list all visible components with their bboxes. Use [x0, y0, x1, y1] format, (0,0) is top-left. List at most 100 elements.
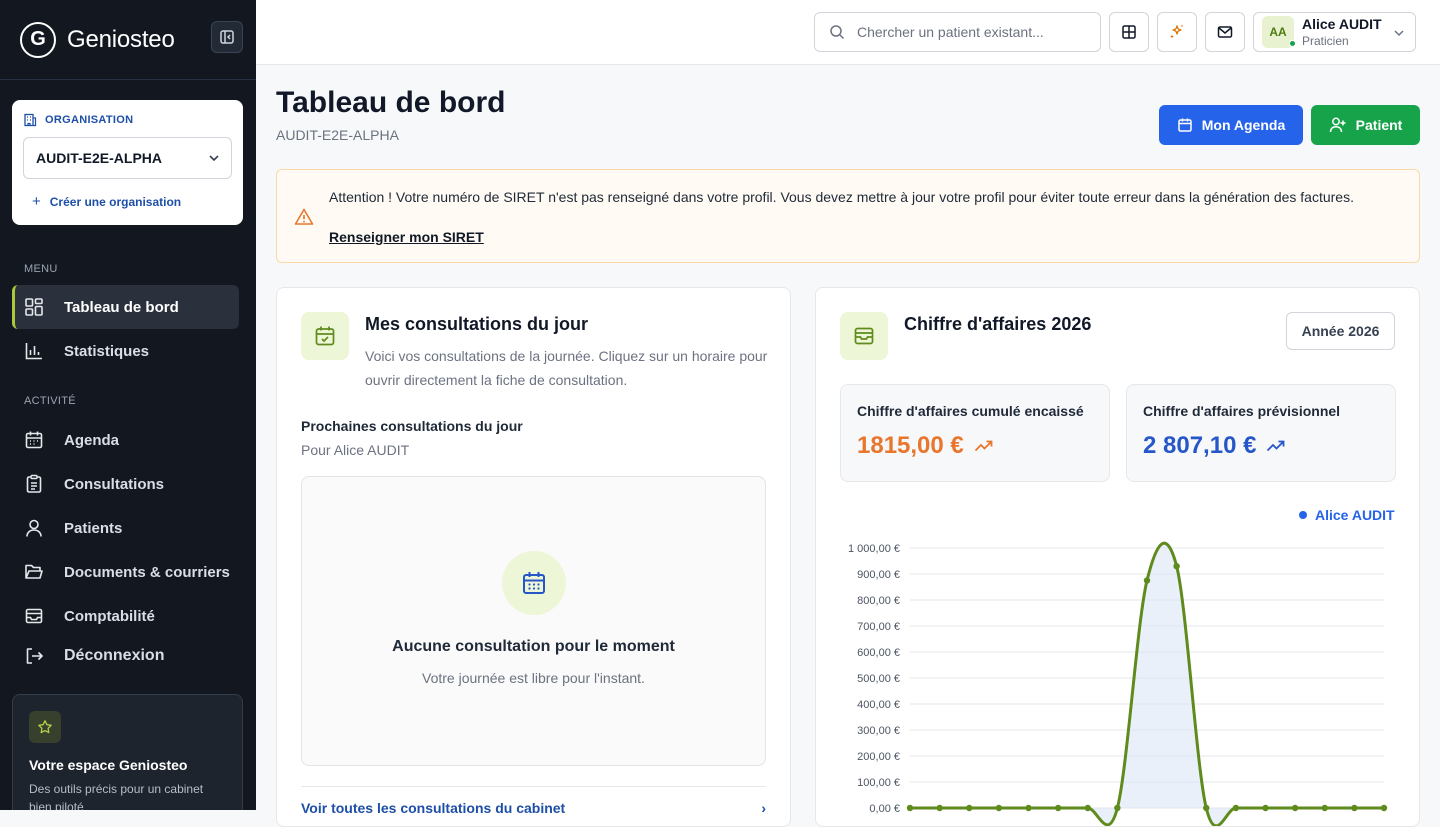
see-all-consultations-link[interactable]: Voir toutes les consultations du cabinet… — [301, 800, 766, 816]
data-point — [1351, 804, 1358, 812]
menu-section-title: MENU — [24, 263, 58, 275]
legend-dot — [1299, 511, 1307, 519]
patient-search-input[interactable]: Chercher un patient existant... — [814, 12, 1101, 52]
organization-label-text: ORGANISATION — [45, 114, 134, 126]
promo-title: Votre espace Geniosteo — [29, 757, 188, 773]
user-name: Alice AUDIT — [1302, 16, 1382, 32]
brand-name: Geniosteo — [67, 25, 175, 53]
collapse-sidebar-button[interactable] — [211, 21, 243, 53]
data-point — [966, 804, 973, 812]
organization-label: ORGANISATION — [23, 113, 232, 127]
data-point — [1143, 577, 1151, 584]
sidebar-item-label: Agenda — [64, 431, 120, 449]
apps-grid-button[interactable] — [1109, 12, 1149, 52]
topbar: Chercher un patient existant... AA Alice… — [256, 0, 1440, 65]
my-agenda-button[interactable]: Mon Agenda — [1159, 105, 1303, 145]
sidebar-item-statistics[interactable]: Statistiques — [12, 329, 239, 373]
folder-icon — [25, 564, 43, 579]
sidebar-item-agenda[interactable]: Agenda — [12, 418, 239, 462]
add-patient-label: Patient — [1355, 117, 1403, 133]
data-point — [906, 804, 914, 812]
create-organization-label: Créer une organisation — [49, 194, 182, 209]
wallet-icon — [840, 312, 888, 360]
empty-state: Aucune consultation pour le moment Votre… — [301, 476, 766, 766]
data-point — [1084, 804, 1091, 812]
data-point — [1262, 804, 1269, 812]
alert-message: Attention ! Votre numéro de SIRET n'est … — [329, 189, 1354, 205]
sidebar: G Geniosteo ORGANISATION AUDIT-E2E-ALPHA… — [0, 0, 256, 810]
data-point — [1114, 804, 1121, 812]
page-subtitle: AUDIT-E2E-ALPHA — [276, 127, 399, 143]
next-consultations-title: Prochaines consultations du jour — [301, 418, 523, 434]
sidebar-item-consultations[interactable]: Consultations — [12, 462, 239, 506]
data-point — [936, 804, 943, 812]
bar-chart-icon — [25, 343, 42, 360]
grid-icon — [1122, 25, 1136, 39]
divider — [301, 786, 766, 787]
y-tick-label: 100,00 € — [857, 777, 900, 789]
promo-card: Votre espace Geniosteo Des outils précis… — [12, 694, 243, 810]
sidebar-toggle-icon — [220, 30, 234, 44]
stat-label: Chiffre d'affaires cumulé encaissé — [857, 403, 1084, 419]
chart-legend[interactable]: Alice AUDIT — [1299, 507, 1395, 523]
calendar-icon — [502, 551, 566, 615]
data-point — [1025, 804, 1032, 812]
y-tick-label: 400,00 € — [857, 699, 900, 711]
consultations-card: Mes consultations du jour Voici vos cons… — [276, 287, 791, 827]
avatar: AA — [1262, 16, 1296, 48]
add-patient-button[interactable]: Patient — [1311, 105, 1420, 145]
search-icon — [830, 25, 845, 40]
sidebar-item-label: Patients — [64, 519, 123, 537]
empty-state-title: Aucune consultation pour le moment — [392, 638, 675, 655]
revenue-card: Chiffre d'affaires 2026 Année 2026 Chiff… — [815, 287, 1420, 827]
logout-icon — [26, 648, 43, 664]
plus-icon: + — [32, 193, 41, 210]
stat-value-row: 2 807,10 € — [1143, 432, 1379, 460]
sidebar-item-label: Comptabilité — [64, 607, 155, 625]
arrow-right-icon: › — [761, 800, 766, 816]
organization-select[interactable]: AUDIT-E2E-ALPHA — [23, 137, 232, 179]
data-point — [1203, 804, 1210, 812]
create-organization-link[interactable]: + Créer une organisation — [32, 193, 232, 210]
page-title: Tableau de bord — [276, 86, 506, 119]
stat-value-row: 1815,00 € — [857, 432, 1093, 460]
revenue-title: Chiffre d'affaires 2026 — [904, 314, 1092, 334]
fill-siret-link[interactable]: Renseigner mon SIRET — [329, 229, 484, 245]
next-consultations-for: Pour Alice AUDIT — [301, 442, 410, 458]
trending-up-icon — [1267, 440, 1285, 452]
avatar-initials: AA — [1269, 25, 1287, 39]
sparkles-button[interactable] — [1157, 12, 1197, 52]
warning-icon — [294, 208, 314, 225]
chevron-down-icon — [209, 155, 219, 162]
sidebar-item-documents[interactable]: Documents & courriers — [12, 550, 239, 594]
user-menu[interactable]: AA Alice AUDIT Praticien — [1253, 12, 1416, 52]
y-tick-label: 0,00 € — [869, 803, 900, 815]
sidebar-item-label: Statistiques — [64, 342, 150, 360]
messages-button[interactable] — [1205, 12, 1245, 52]
sidebar-item-dashboard[interactable]: Tableau de bord — [12, 285, 239, 329]
organization-card: ORGANISATION AUDIT-E2E-ALPHA + Créer une… — [12, 100, 243, 225]
building-icon — [24, 113, 37, 127]
year-selector-button[interactable]: Année 2026 — [1286, 312, 1395, 350]
y-tick-label: 800,00 € — [857, 595, 900, 607]
trending-up-icon — [974, 440, 993, 452]
my-agenda-label: Mon Agenda — [1201, 117, 1286, 133]
y-tick-label: 900,00 € — [857, 569, 900, 581]
forecast-revenue-value: 2 807,10 € — [1143, 432, 1257, 459]
sidebar-item-accounting[interactable]: Comptabilité — [12, 594, 239, 638]
user-role: Praticien — [1302, 34, 1349, 48]
revenue-line-chart: 0,00 € 100,00 € 200,00 € 300,00 € 400,00 € 50… — [848, 541, 1388, 826]
activity-section-title: ACTIVITÉ — [24, 395, 76, 407]
sidebar-item-logout[interactable]: Déconnexion — [12, 634, 239, 678]
sidebar-item-label: Tableau de bord — [64, 298, 179, 316]
sidebar-item-patients[interactable]: Patients — [12, 506, 239, 550]
legend-label: Alice AUDIT — [1315, 507, 1395, 523]
star-icon — [29, 711, 61, 743]
user-icon — [26, 519, 42, 537]
promo-description: Des outils précis pour un cabinet bien p… — [29, 782, 204, 810]
cumulative-revenue-value: 1815,00 € — [857, 432, 964, 459]
consultations-description: Voici vos consultations de la journée. C… — [365, 348, 768, 388]
online-status-dot — [1289, 40, 1296, 47]
calendar-icon — [1178, 118, 1192, 132]
empty-state-description: Votre journée est libre pour l'instant. — [422, 670, 645, 686]
